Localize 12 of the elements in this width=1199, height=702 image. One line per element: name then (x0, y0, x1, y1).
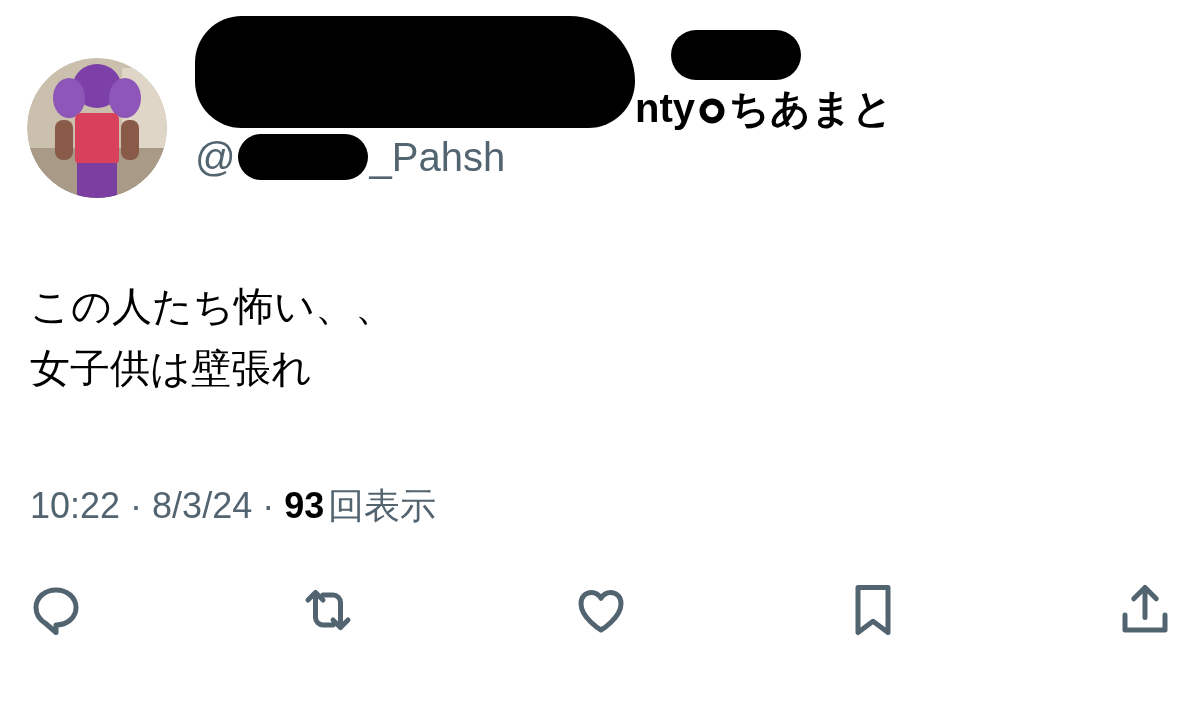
display-name: nty (635, 88, 695, 128)
tweet-text: この人たち怖い、、 (30, 286, 396, 326)
tweet-text: 女子供は壁張れ (30, 348, 313, 388)
separator: · (130, 488, 143, 524)
handle: @ (195, 137, 236, 177)
display-name: ちあまと (729, 88, 893, 128)
timestamp: 10:22 (30, 488, 121, 524)
date: 8/3/24 (152, 488, 253, 524)
handle: _Pahsh (369, 137, 506, 177)
views-label: 回表示 (328, 488, 437, 524)
separator: · (262, 488, 275, 524)
view-count: 93 (284, 488, 325, 524)
